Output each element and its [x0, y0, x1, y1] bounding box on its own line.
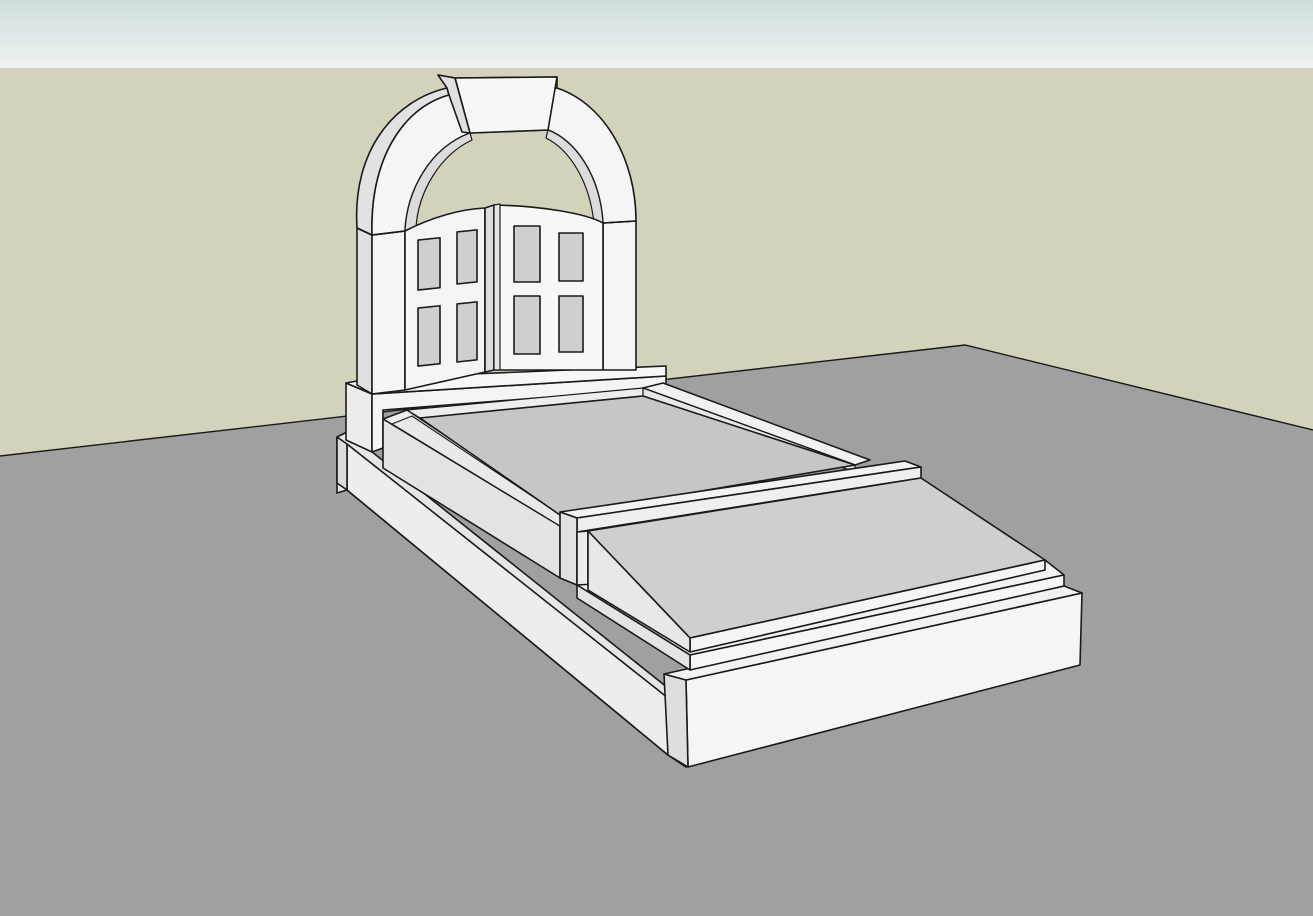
left-door-pane-1 [417, 236, 441, 291]
left-door[interactable] [404, 204, 495, 391]
front-kerb-inner-face [576, 530, 589, 591]
left-pillar-side [356, 227, 373, 395]
left-pillar-front [371, 230, 406, 395]
headstone[interactable] [355, 74, 637, 395]
3d-scene[interactable] [0, 0, 1313, 916]
right-door[interactable] [493, 203, 604, 371]
outer-base-corner [663, 673, 689, 768]
rear-step-left [345, 382, 373, 453]
left-door-edge [484, 204, 495, 373]
keystone-front [454, 76, 558, 134]
right-door-edge [493, 203, 501, 371]
sky-band [0, 0, 1313, 68]
front-kerb-left-end [559, 511, 578, 586]
modeling-viewport[interactable] [0, 0, 1313, 916]
right-door-pane-1 [513, 225, 541, 283]
left-door-pane-4 [456, 301, 478, 363]
right-door-panel [493, 204, 604, 371]
left-door-pane-2 [456, 229, 478, 285]
right-door-pane-3 [513, 295, 541, 355]
right-door-pane-4 [558, 295, 584, 353]
left-door-pane-3 [417, 304, 441, 367]
outer-base-end-thin [336, 436, 348, 491]
right-door-pane-2 [558, 232, 584, 282]
right-pillar-front [602, 220, 637, 371]
